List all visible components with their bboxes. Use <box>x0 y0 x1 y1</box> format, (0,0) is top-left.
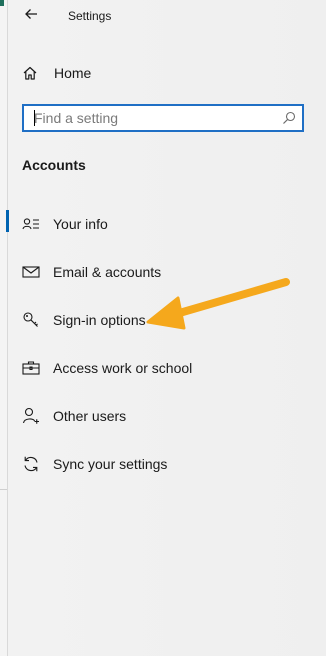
nav-item-label: Email & accounts <box>53 264 162 280</box>
back-arrow-icon <box>24 7 38 25</box>
search-box[interactable] <box>22 104 304 132</box>
nav-item-access-work-school[interactable]: Access work or school <box>8 352 308 384</box>
title-bar: Settings <box>8 0 326 32</box>
home-label: Home <box>54 65 92 81</box>
nav-item-your-info[interactable]: Your info <box>8 208 308 240</box>
edge-accent <box>0 0 4 6</box>
app-title: Settings <box>68 9 112 23</box>
briefcase-icon <box>21 358 41 378</box>
edge-divider <box>0 489 7 490</box>
search-icon[interactable] <box>282 111 296 130</box>
sync-icon <box>21 454 41 474</box>
text-caret <box>34 110 35 126</box>
nav-item-sign-in-options[interactable]: Sign-in options <box>8 304 308 336</box>
home-nav-item[interactable]: Home <box>20 60 310 86</box>
nav-item-label: Sync your settings <box>53 456 168 472</box>
home-icon <box>20 63 40 83</box>
nav-item-other-users[interactable]: Other users <box>8 400 308 432</box>
mail-icon <box>21 262 41 282</box>
person-add-icon <box>21 406 41 426</box>
nav-item-label: Access work or school <box>53 360 193 376</box>
settings-nav-pane: Settings Home Accounts <box>6 0 326 656</box>
section-heading: Accounts <box>22 157 86 173</box>
nav-item-label: Other users <box>53 408 127 424</box>
search-input[interactable] <box>24 107 274 129</box>
nav-item-label: Your info <box>53 216 108 232</box>
window-left-edge <box>0 0 8 656</box>
nav-item-sync-settings[interactable]: Sync your settings <box>8 448 308 480</box>
nav-item-email-accounts[interactable]: Email & accounts <box>8 256 308 288</box>
nav-item-label: Sign-in options <box>53 312 146 328</box>
person-card-icon <box>21 214 41 234</box>
back-button[interactable] <box>18 4 44 28</box>
key-icon <box>21 310 41 330</box>
